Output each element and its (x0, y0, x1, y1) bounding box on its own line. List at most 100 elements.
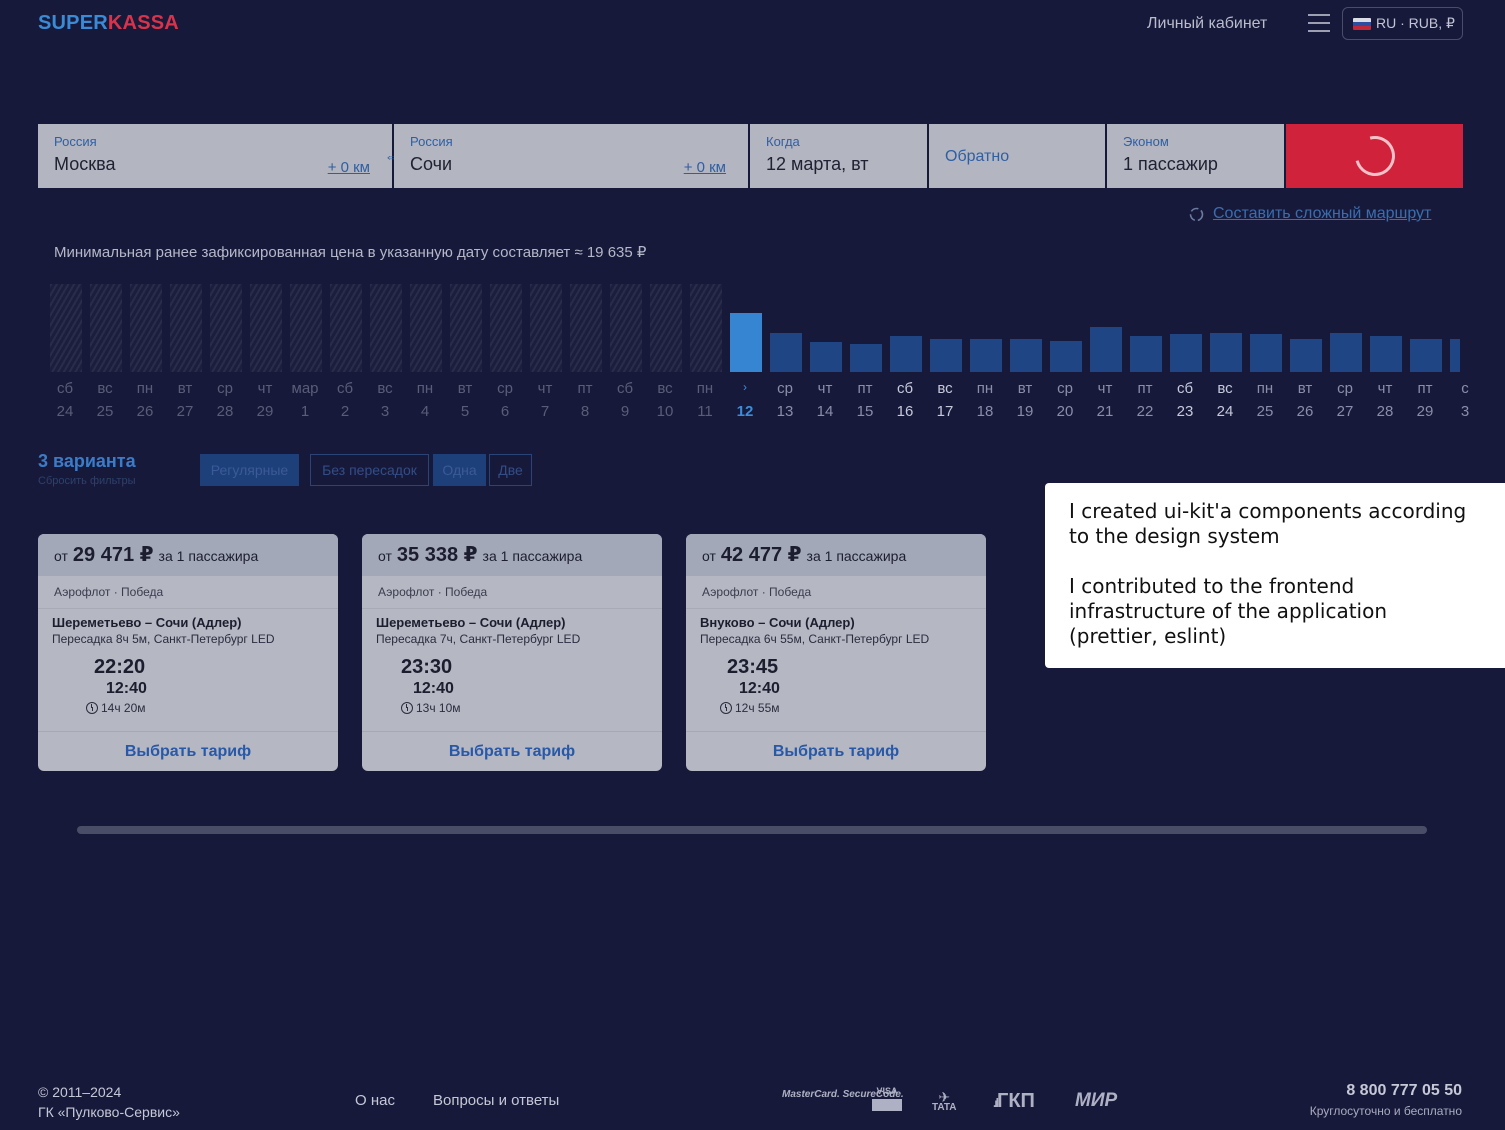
calendar-day-number: 5 (460, 403, 470, 420)
calendar-weekday: пн (1256, 380, 1274, 397)
calendar-weekday: ср (217, 380, 233, 397)
calendar-day-number: 7 (540, 403, 550, 420)
support-phone[interactable]: 8 800 777 05 50 (1346, 1082, 1462, 1100)
calendar-day-bar[interactable] (1450, 339, 1460, 372)
filter-regular[interactable]: Регулярные (200, 454, 299, 486)
filter-two-transfers[interactable]: Две (489, 454, 532, 486)
clock-icon (401, 702, 413, 714)
ticket-card[interactable]: от 35 338 ₽ за 1 пассажира Аэрофлот · Побе… (362, 534, 662, 771)
calendar-day-number[interactable]: 28 (1369, 403, 1401, 420)
copyright-years: © 2011–2024 (38, 1084, 122, 1100)
calendar-day-bar[interactable] (730, 313, 762, 372)
clock-icon (720, 702, 732, 714)
filter-one-transfer[interactable]: Одна (433, 454, 486, 486)
calendar-day-number[interactable]: 22 (1129, 403, 1161, 420)
calendar-day-bar[interactable] (810, 342, 842, 372)
date-field[interactable]: Когда 12 марта, вт (750, 124, 927, 188)
choose-fare-button[interactable]: Выбрать тариф (686, 731, 986, 771)
calendar-day-bar[interactable] (1050, 341, 1082, 372)
calendar-day-bar[interactable] (1130, 336, 1162, 372)
airlines: Аэрофлот · Победа (38, 576, 338, 609)
calendar-day-bar[interactable] (1410, 339, 1442, 372)
horizontal-scrollbar[interactable] (77, 826, 1427, 834)
to-field[interactable]: Россия Сочи + 0 км (394, 124, 748, 188)
price-prefix: от (702, 548, 716, 564)
calendar-day-bar[interactable] (1330, 333, 1362, 372)
search-button[interactable] (1286, 124, 1463, 188)
price-prefix: от (378, 548, 392, 564)
ticket-card[interactable]: от 42 477 ₽ за 1 пассажира Аэрофлот · Побе… (686, 534, 986, 771)
to-radius-link[interactable]: + 0 км (684, 159, 726, 176)
mir-logo: МИР (1075, 1090, 1118, 1111)
language-currency-selector[interactable]: RU · RUB, ₽ (1342, 7, 1463, 40)
route: Шереметьево – Сочи (Адлер) (52, 615, 242, 630)
calendar-weekday: пн (416, 380, 434, 397)
price-calendar: сб 24 вс 25 пн 26 вт 27 ср 28 чт 29 мар 1 сб 2 вс 3 пн 4 вт 5… (50, 270, 1469, 430)
faq-link[interactable]: Вопросы и ответы (433, 1092, 559, 1109)
choose-fare-button[interactable]: Выбрать тариф (362, 731, 662, 771)
departure-time: 23:45 (727, 656, 779, 678)
calendar-day-bar[interactable] (1210, 333, 1242, 372)
to-country: Россия (410, 134, 453, 149)
calendar-day-number[interactable]: 29 (1409, 403, 1441, 420)
return-date-field[interactable]: Обратно (929, 124, 1105, 188)
calendar-day-number[interactable]: 25 (1249, 403, 1281, 420)
calendar-day-number[interactable]: 15 (849, 403, 881, 420)
return-label: Обратно (945, 148, 1010, 165)
calendar-day-bar[interactable] (890, 336, 922, 372)
complex-route-link[interactable]: Составить сложный маршрут (1188, 205, 1431, 223)
reset-filters-link[interactable]: Сбросить фильтры (38, 475, 136, 487)
from-field[interactable]: Россия Москва + 0 км (38, 124, 392, 188)
ticket-price: 35 338 ₽ (396, 544, 478, 566)
ticket-card[interactable]: от 29 471 ₽ за 1 пассажира Аэрофлот · Побе… (38, 534, 338, 771)
calendar-day-number: 11 (697, 403, 713, 420)
calendar-day-number[interactable]: 13 (769, 403, 801, 420)
transfer-info: Пересадка 8ч 5м, Санкт-Петербург LED (52, 632, 275, 646)
calendar-day-bar[interactable] (1290, 339, 1322, 372)
calendar-day-bar[interactable] (1250, 334, 1282, 372)
passengers-field[interactable]: Эконом 1 пассажир (1107, 124, 1284, 188)
calendar-day-number[interactable]: 16 (889, 403, 921, 420)
calendar-day-bar[interactable] (1010, 339, 1042, 372)
calendar-day-number[interactable]: 18 (969, 403, 1001, 420)
calendar-day-number[interactable]: 23 (1169, 403, 1201, 420)
duration: 13ч 10м (416, 701, 461, 715)
from-radius-link[interactable]: + 0 км (328, 159, 370, 176)
calendar-day-bar[interactable] (1170, 334, 1202, 372)
calendar-day-number[interactable]: 3 (1449, 403, 1481, 420)
calendar-day-bar[interactable] (850, 344, 882, 372)
complex-route-label: Составить сложный маршрут (1213, 205, 1432, 222)
duration: 14ч 20м (101, 701, 146, 715)
calendar-day-number[interactable]: 17 (929, 403, 961, 420)
calendar-day-number[interactable]: 24 (1209, 403, 1241, 420)
calendar-day-number[interactable]: 20 (1049, 403, 1081, 420)
calendar-day-number: 4 (420, 403, 430, 420)
support-phone-note: Круглосуточно и бесплатно (1309, 1104, 1462, 1118)
calendar-day-bar[interactable] (1370, 336, 1402, 372)
russia-flag-icon (1353, 17, 1371, 30)
calendar-weekday: вс (377, 380, 393, 397)
calendar-day-number[interactable]: 27 (1329, 403, 1361, 420)
airlines: Аэрофлот · Победа (686, 576, 986, 609)
menu-icon[interactable] (1308, 14, 1330, 32)
calendar-day-number[interactable]: 14 (809, 403, 841, 420)
calendar-day-number[interactable]: 19 (1009, 403, 1041, 420)
calendar-day-number[interactable]: 26 (1289, 403, 1321, 420)
iata-label: TATA (932, 1102, 957, 1113)
about-link[interactable]: О нас (355, 1092, 395, 1109)
visa-label: VISA (876, 1086, 898, 1096)
arrival-time: 12:40 (413, 680, 454, 697)
calendar-weekday: сб (616, 380, 634, 397)
calendar-day-number[interactable]: 21 (1089, 403, 1121, 420)
filter-direct[interactable]: Без пересадок (310, 454, 429, 486)
personal-account-link[interactable]: Личный кабинет (1147, 15, 1267, 33)
clock-icon (86, 702, 98, 714)
calendar-day-bar[interactable] (770, 333, 802, 372)
calendar-day-bar[interactable] (1090, 327, 1122, 372)
calendar-day-number[interactable]: 12 (729, 403, 761, 420)
choose-fare-button[interactable]: Выбрать тариф (38, 731, 338, 771)
calendar-day-bar[interactable] (930, 339, 962, 372)
calendar-day-bar[interactable] (970, 339, 1002, 372)
logo[interactable]: SUPERKASSA (38, 12, 179, 35)
calendar-day-number: 29 (256, 403, 274, 420)
